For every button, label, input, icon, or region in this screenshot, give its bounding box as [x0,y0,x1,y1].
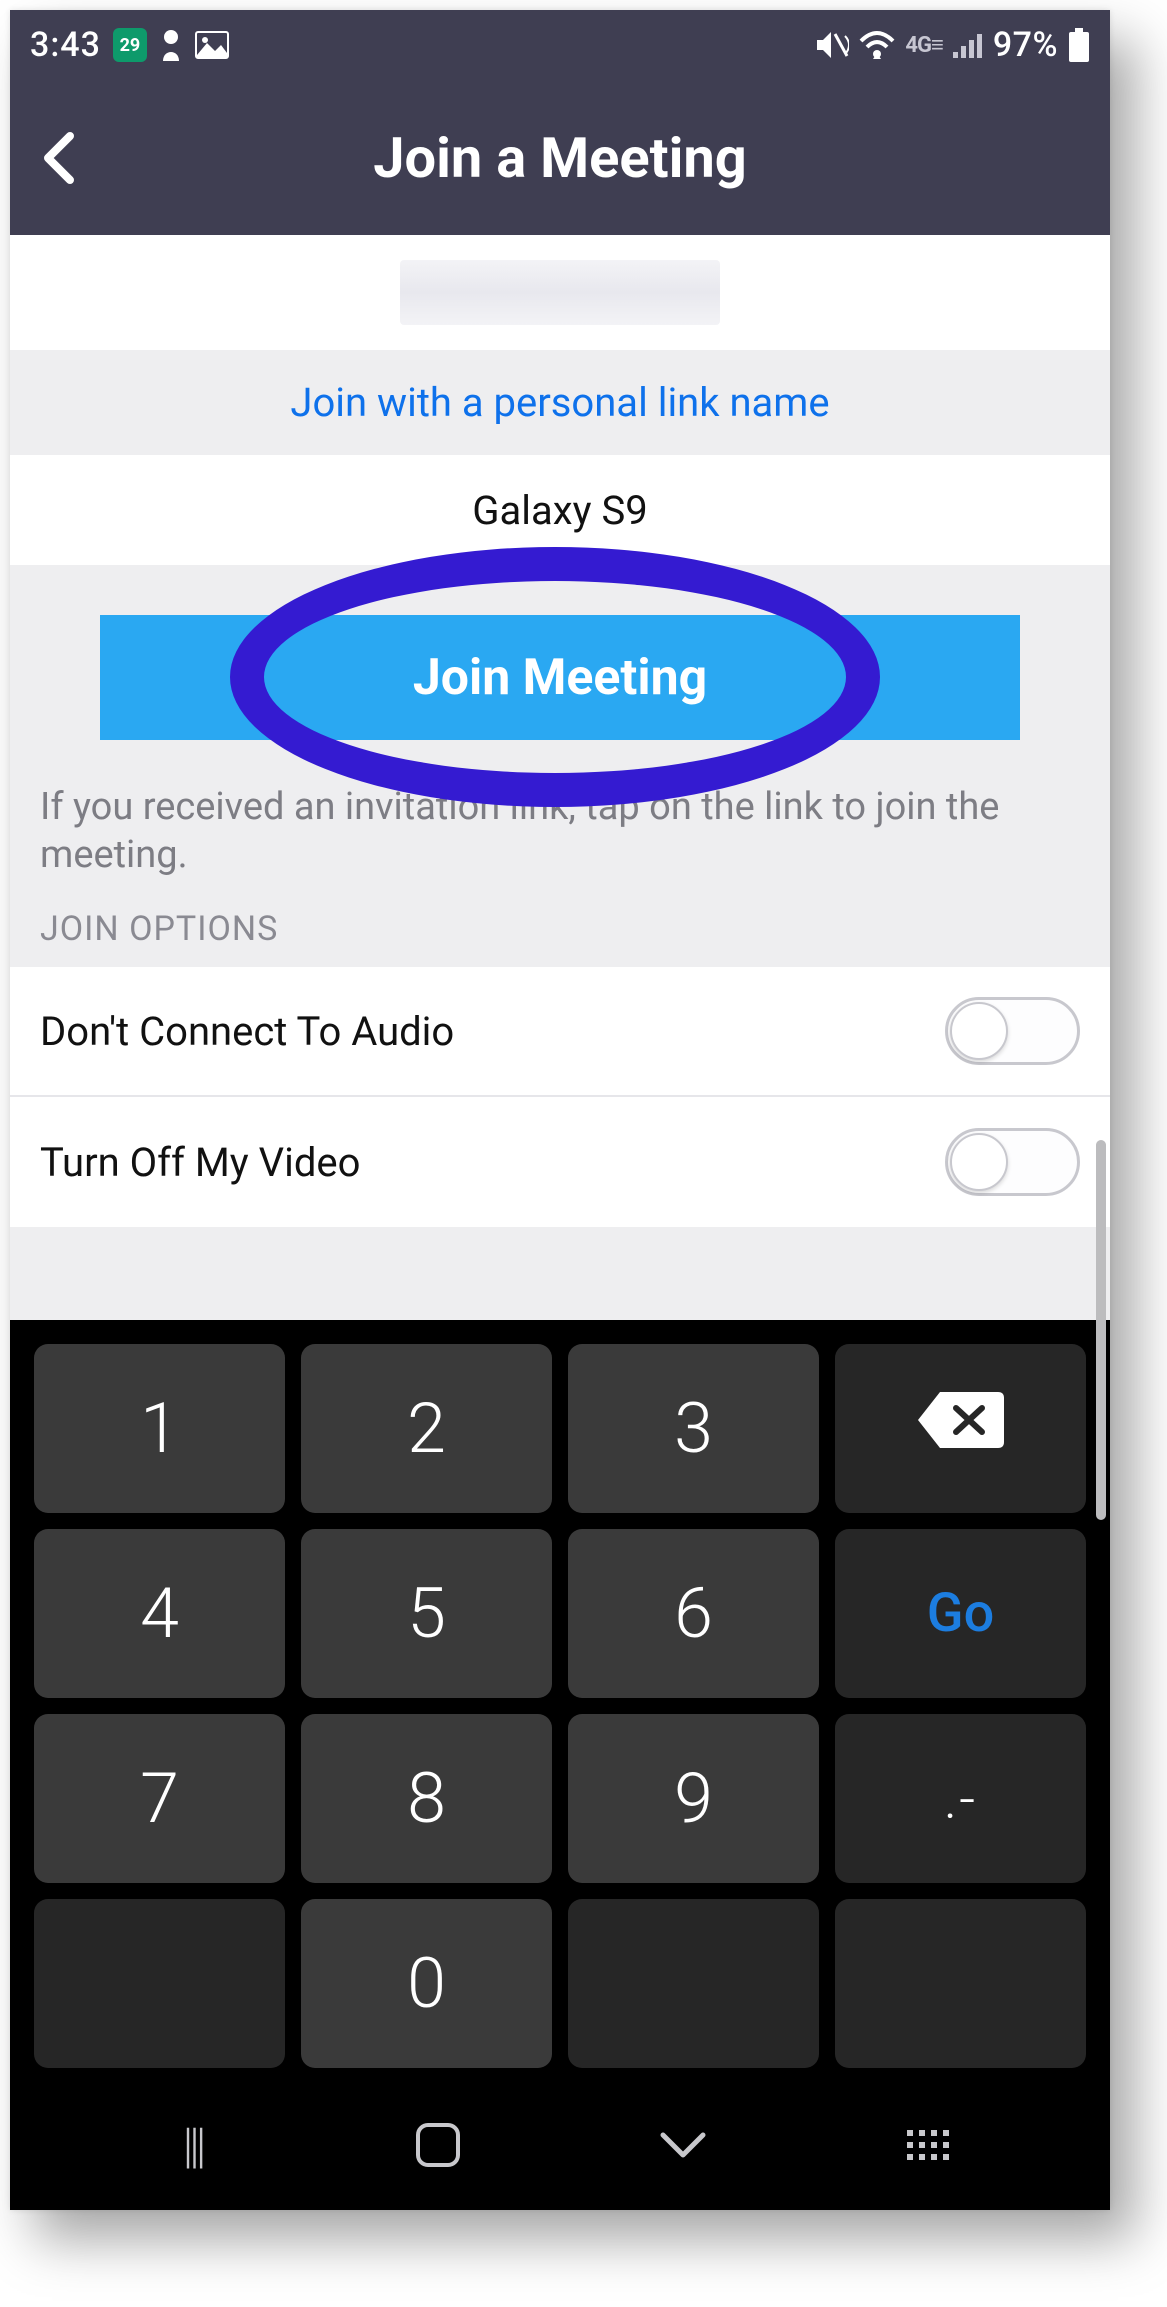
key-7[interactable]: 7 [34,1714,285,1883]
option-video-label: Turn Off My Video [40,1139,360,1186]
nav-keyboard-switch-button[interactable] [888,2115,968,2175]
toggle-audio[interactable] [945,997,1080,1065]
key-go[interactable]: Go [835,1529,1086,1698]
key-blank-mid[interactable] [568,1899,819,2068]
key-5[interactable]: 5 [301,1529,552,1698]
option-turn-off-video: Turn Off My Video [10,1097,1110,1227]
key-1[interactable]: 1 [34,1344,285,1513]
content: Join with a personal link name Galaxy S9… [10,235,1110,1320]
key-8[interactable]: 8 [301,1714,552,1883]
wifi-icon [859,31,895,59]
keyboard-switch-icon [907,2130,949,2160]
battery-icon [1068,28,1090,62]
vibrate-mute-icon [815,30,849,60]
join-section: Join Meeting [10,565,1110,760]
personal-link-label: Join with a personal link name [290,379,829,426]
join-meeting-button[interactable]: Join Meeting [100,615,1020,740]
page-title: Join a Meeting [10,125,1110,191]
personal-link-button[interactable]: Join with a personal link name [10,350,1110,455]
battery-percent: 97% [993,25,1058,65]
network-type-icon: 4G≡ [905,32,942,58]
numeric-keyboard: 1 2 3 4 5 6 Go 7 8 9 .- 0 [10,1320,1110,2080]
status-time: 3:43 [30,25,101,65]
key-3[interactable]: 3 [568,1344,819,1513]
key-2[interactable]: 2 [301,1344,552,1513]
display-name-row[interactable]: Galaxy S9 [10,455,1110,565]
nav-back-button[interactable] [643,2115,723,2175]
join-options-header: JOIN OPTIONS [10,889,1110,967]
backspace-icon [916,1388,1006,1470]
key-6[interactable]: 6 [568,1529,819,1698]
key-4[interactable]: 4 [34,1529,285,1698]
calendar-icon: 29 [113,28,147,62]
scroll-indicator [1096,1140,1106,1520]
join-meeting-label: Join Meeting [413,649,707,707]
meeting-id-row [10,235,1110,350]
status-bar: 3:43 29 4G≡ 97% [10,10,1110,80]
key-symbols[interactable]: .- [835,1714,1086,1883]
key-blank-left[interactable] [34,1899,285,2068]
privacy-icon [159,29,183,61]
app-header: Join a Meeting [10,80,1110,235]
option-dont-connect-audio: Don't Connect To Audio [10,967,1110,1097]
key-9[interactable]: 9 [568,1714,819,1883]
key-backspace[interactable] [835,1344,1086,1513]
meeting-id-input[interactable] [400,260,720,325]
back-button[interactable] [18,118,98,198]
option-audio-label: Don't Connect To Audio [40,1008,454,1055]
nav-recent-button[interactable]: ||| [153,2115,233,2175]
system-nav-bar: ||| [10,2080,1110,2210]
invitation-hint: If you received an invitation link, tap … [10,760,1110,889]
display-name-value: Galaxy S9 [472,487,647,534]
toggle-video[interactable] [945,1128,1080,1196]
signal-icon [953,32,983,58]
key-blank-right[interactable] [835,1899,1086,2068]
nav-home-button[interactable] [398,2115,478,2175]
screenshot-icon [195,31,229,59]
key-0[interactable]: 0 [301,1899,552,2068]
